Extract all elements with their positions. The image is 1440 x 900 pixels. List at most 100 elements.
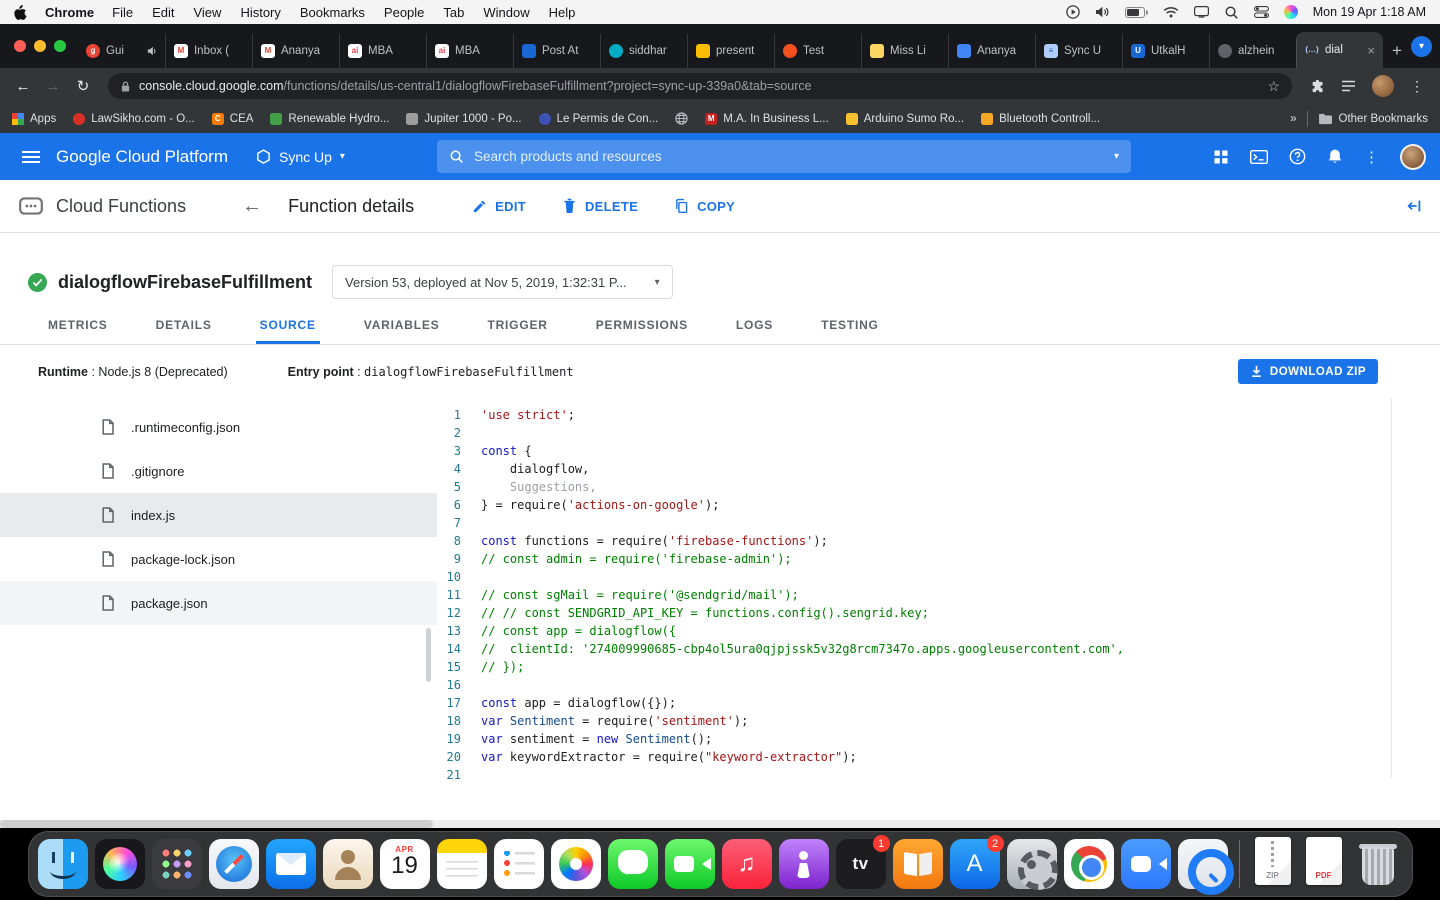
bookmark-item[interactable]: Apps	[12, 112, 56, 125]
browser-tab[interactable]: ai MBA	[425, 34, 513, 68]
horizontal-scrollbar-thumb[interactable]	[0, 820, 433, 828]
edit-button[interactable]: EDIT	[472, 198, 526, 214]
bell-icon[interactable]	[1327, 148, 1343, 165]
dock-podcasts-icon[interactable]	[778, 839, 829, 889]
bookmark-item[interactable]: C CEA	[211, 112, 253, 125]
dock-quicktime-icon[interactable]	[1177, 839, 1234, 895]
file-item[interactable]: .runtimeconfig.json	[0, 405, 437, 449]
tab-variables[interactable]: VARIABLES	[364, 318, 440, 344]
back-button[interactable]: ←	[10, 78, 36, 95]
dock-launchpad-icon[interactable]	[151, 839, 202, 889]
minimize-window-button[interactable]	[34, 40, 46, 52]
bookmark-item[interactable]: LawSikho.com - O...	[73, 112, 195, 125]
other-bookmarks-button[interactable]: Other Bookmarks	[1318, 113, 1428, 125]
bookmarks-overflow-chevron[interactable]: »	[1290, 113, 1296, 125]
download-zip-button[interactable]: DOWNLOAD ZIP	[1237, 359, 1378, 384]
menu-window[interactable]: Window	[483, 5, 529, 20]
file-panel-scrollbar[interactable]	[426, 628, 431, 682]
tab-source[interactable]: SOURCE	[255, 318, 320, 344]
dock-appstore-icon[interactable]: A2	[949, 835, 1004, 889]
dock-reminders-icon[interactable]	[493, 839, 544, 889]
display-icon[interactable]	[1193, 6, 1209, 18]
bookmark-item[interactable]: Jupiter 1000 - Po...	[406, 112, 522, 125]
menu-people[interactable]: People	[384, 5, 424, 20]
gcp-search-input[interactable]	[474, 149, 1104, 164]
menu-tab[interactable]: Tab	[443, 5, 464, 20]
dock-pdf-icon[interactable]: PDF	[1302, 837, 1346, 889]
browser-tab[interactable]: present	[686, 34, 774, 68]
reload-button[interactable]: ↻	[70, 77, 96, 95]
forward-button[interactable]: →	[40, 78, 66, 95]
browser-tab[interactable]: g Gui	[78, 34, 165, 68]
dock-calendar-icon[interactable]: APR 19	[379, 839, 430, 889]
dock-safari-icon[interactable]	[208, 839, 259, 889]
dock-books-icon[interactable]	[892, 839, 943, 889]
dock-trash-icon[interactable]	[1353, 839, 1403, 889]
terminal-icon[interactable]	[1250, 149, 1268, 164]
bookmark-item[interactable]	[675, 112, 688, 125]
gcp-brand[interactable]: Google Cloud Platform	[56, 147, 228, 167]
tab-close-icon[interactable]: ×	[1367, 43, 1375, 58]
magnifier-icon[interactable]	[1224, 5, 1239, 20]
product-title[interactable]: Cloud Functions	[56, 196, 186, 217]
menu-bookmarks[interactable]: Bookmarks	[300, 5, 365, 20]
navigation-menu-icon[interactable]	[22, 150, 40, 163]
file-item[interactable]: package-lock.json	[0, 537, 437, 581]
browser-tab[interactable]: ai MBA	[338, 34, 426, 68]
tab-details[interactable]: DETAILS	[156, 318, 212, 344]
gcp-avatar[interactable]	[1400, 143, 1426, 170]
dock-notes-icon[interactable]	[436, 839, 487, 889]
reading-list-icon[interactable]	[1341, 80, 1356, 92]
browser-tab[interactable]: Ananya	[947, 34, 1035, 68]
browser-tab[interactable]: siddhar	[599, 34, 687, 68]
fullscreen-window-button[interactable]	[54, 40, 66, 52]
tab-logs[interactable]: LOGS	[736, 318, 773, 344]
gcp-search[interactable]: ▾	[437, 140, 1131, 173]
file-item[interactable]: index.js	[0, 493, 437, 537]
browser-tab[interactable]: Post At	[512, 34, 600, 68]
browser-tab[interactable]: Test	[773, 34, 861, 68]
play-circle-icon[interactable]	[1065, 5, 1080, 19]
collapse-panel-icon[interactable]	[1406, 198, 1422, 214]
volume-icon[interactable]	[1095, 6, 1110, 18]
dock-contacts-icon[interactable]	[322, 839, 373, 889]
tab-testing[interactable]: TESTING	[821, 318, 879, 344]
browser-tab[interactable]: U UtkalH	[1121, 34, 1209, 68]
version-select[interactable]: Version 53, deployed at Nov 5, 2019, 1:3…	[332, 265, 673, 299]
copy-button[interactable]: COPY	[674, 198, 735, 214]
apple-icon[interactable]	[14, 4, 27, 20]
extension-puzzle-icon[interactable]	[1310, 79, 1325, 94]
profile-avatar[interactable]	[1372, 75, 1394, 97]
omnibox[interactable]: console.cloud.google.com/functions/detai…	[108, 73, 1292, 99]
help-icon[interactable]	[1289, 148, 1306, 165]
menu-edit[interactable]: Edit	[152, 5, 174, 20]
browser-tab[interactable]: Miss Li	[860, 34, 948, 68]
dock-tv-icon[interactable]: tv 1	[835, 835, 890, 889]
horizontal-scrollbar[interactable]	[0, 820, 1440, 828]
bookmark-item[interactable]: Le Permis de Con...	[538, 112, 658, 125]
tab-trigger[interactable]: TRIGGER	[487, 318, 547, 344]
gcp-more-icon[interactable]: ⋮	[1364, 148, 1379, 166]
menu-help[interactable]: Help	[549, 5, 576, 20]
grid4-icon[interactable]	[1213, 149, 1229, 165]
dock-photos-icon[interactable]	[550, 839, 601, 889]
menubar-app-name[interactable]: Chrome	[45, 5, 94, 20]
control-center-icon[interactable]	[1253, 6, 1269, 18]
bookmark-item[interactable]: Bluetooth Controll...	[981, 112, 1100, 125]
back-arrow-icon[interactable]: ←	[242, 195, 262, 218]
siri-icon[interactable]	[1283, 5, 1298, 19]
close-window-button[interactable]	[14, 40, 26, 52]
menu-history[interactable]: History	[240, 5, 280, 20]
browser-tab[interactable]: M Ananya	[251, 34, 339, 68]
tab-search-button[interactable]: ▾	[1411, 35, 1432, 57]
dock-settings-icon[interactable]	[1006, 839, 1058, 890]
search-caret-icon[interactable]: ▾	[1114, 151, 1119, 162]
dock-facetime-icon[interactable]	[664, 839, 715, 889]
browser-tab[interactable]: ≡ Sync U	[1034, 34, 1122, 68]
dock-zip-icon[interactable]: ZIP	[1251, 837, 1295, 889]
dock-music-icon[interactable]: ♫	[721, 839, 772, 889]
browser-tab[interactable]: M Inbox (	[164, 34, 252, 68]
menu-file[interactable]: File	[112, 5, 133, 20]
bookmark-item[interactable]: M M.A. In Business L...	[705, 112, 829, 125]
bookmark-star-icon[interactable]: ☆	[1267, 78, 1280, 95]
